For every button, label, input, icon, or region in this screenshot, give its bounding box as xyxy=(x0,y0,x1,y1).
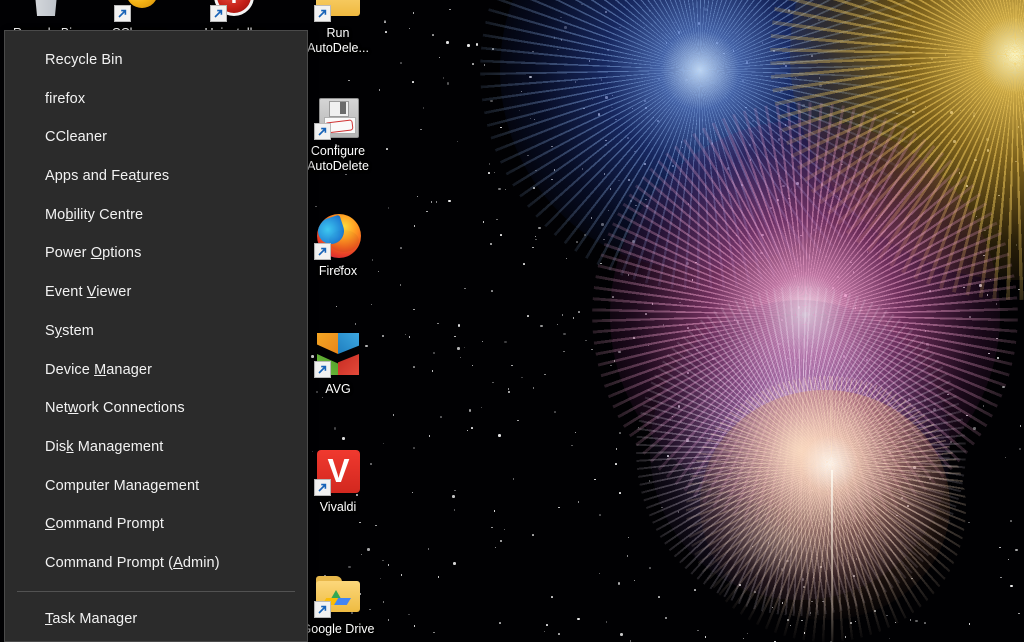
winx-context-menu: Recycle Bin firefox CCleaner Apps and Featu… xyxy=(4,30,308,642)
desktop-icon-google-drive[interactable]: Google Drive xyxy=(300,570,376,637)
menu-item-power-options[interactable]: Power Options xyxy=(5,234,307,273)
desktop-icon-configure-autodelete[interactable]: Configure AutoDelete xyxy=(300,92,376,174)
menu-item-firefox[interactable]: firefox xyxy=(5,80,307,119)
shortcut-arrow-icon xyxy=(314,5,331,22)
ccleaner-icon xyxy=(114,0,162,22)
desktop-icon-run-autodelete[interactable]: Run AutoDele... xyxy=(300,0,376,56)
vivaldi-icon: V xyxy=(314,448,362,496)
menu-item-ccleaner[interactable]: CCleaner xyxy=(5,118,307,157)
menu-item-recycle-bin[interactable]: Recycle Bin xyxy=(5,41,307,80)
shortcut-arrow-icon xyxy=(314,243,331,260)
menu-item-computer-management[interactable]: Computer Management xyxy=(5,467,307,506)
desktop-icon-label: Google Drive xyxy=(301,622,375,636)
desktop-screen: ♻ Recycle Bin CCleaner ! Uninstaller xyxy=(0,0,1024,642)
shortcut-arrow-icon xyxy=(210,5,227,22)
shortcut-arrow-icon xyxy=(314,601,331,618)
desktop-icon-label: Configure AutoDelete xyxy=(307,144,369,173)
desktop-icon-avg[interactable]: AVG xyxy=(300,330,376,397)
menu-item-event-viewer[interactable]: Event Viewer xyxy=(5,273,307,312)
recycle-bin-icon: ♻ xyxy=(22,0,70,22)
menu-item-task-manager[interactable]: Task Manager xyxy=(5,600,307,639)
desktop-icon-label: AVG xyxy=(325,382,351,396)
menu-item-network-connections[interactable]: Network Connections xyxy=(5,389,307,428)
menu-item-command-prompt-admin[interactable]: Command Prompt (Admin) xyxy=(5,544,307,583)
menu-item-mobility-centre[interactable]: Mobility Centre xyxy=(5,196,307,235)
google-drive-icon xyxy=(314,570,362,618)
menu-item-system[interactable]: System xyxy=(5,312,307,351)
menu-item-apps-and-features[interactable]: Apps and Features xyxy=(5,157,307,196)
menu-item-disk-management[interactable]: Disk Management xyxy=(5,428,307,467)
folder-icon xyxy=(314,0,362,22)
menu-item-command-prompt[interactable]: Command Prompt xyxy=(5,505,307,544)
menu-separator xyxy=(17,590,295,592)
desktop-icon-vivaldi[interactable]: V Vivaldi xyxy=(300,448,376,515)
firefox-icon xyxy=(314,212,362,260)
shortcut-arrow-icon xyxy=(314,479,331,496)
desktop-icon-firefox[interactable]: Firefox xyxy=(300,212,376,279)
desktop-icon-label: Vivaldi xyxy=(319,500,357,514)
floppy-disk-icon xyxy=(314,92,362,140)
shortcut-arrow-icon xyxy=(114,5,131,22)
desktop-icon-label: Firefox xyxy=(318,264,358,278)
avg-icon xyxy=(314,330,362,378)
red-alert-icon: ! xyxy=(210,0,258,22)
shortcut-arrow-icon xyxy=(314,123,331,140)
shortcut-arrow-icon xyxy=(314,361,331,378)
desktop-icon-label: Run AutoDele... xyxy=(307,26,369,55)
firework-trail xyxy=(831,470,833,642)
menu-item-device-manager[interactable]: Device Manager xyxy=(5,351,307,390)
